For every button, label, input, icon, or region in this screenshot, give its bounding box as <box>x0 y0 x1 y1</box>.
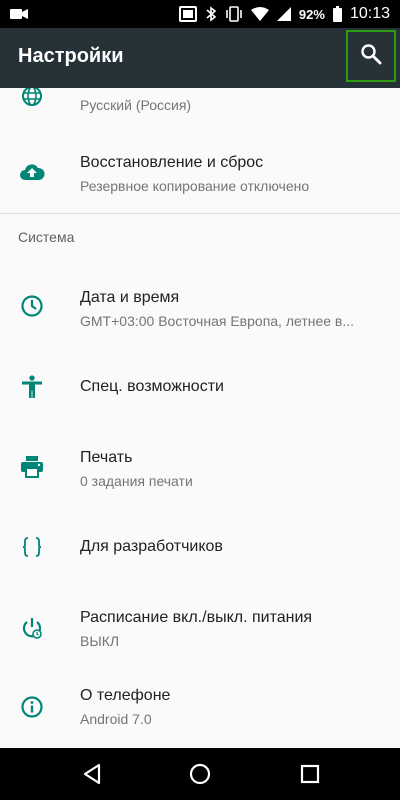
globe-icon <box>14 88 50 114</box>
accessibility-title: Спец. возможности <box>80 378 224 395</box>
video-camera-icon <box>10 7 28 21</box>
developer-options-title: Для разработчиков <box>80 538 223 555</box>
section-header-system: Система <box>18 229 75 245</box>
cast-icon <box>178 6 197 22</box>
bluetooth-icon <box>205 6 217 22</box>
date-time-title: Дата и время <box>80 289 180 306</box>
power-schedule-title: Расписание вкл./выкл. питания <box>80 609 313 626</box>
page-title: Настройки <box>18 45 124 67</box>
cloud-upload-icon <box>14 154 50 190</box>
accessibility-icon <box>14 369 50 405</box>
language-subtitle: Русский (Россия) <box>80 97 192 113</box>
backup-reset-subtitle: Резервное копирование отключено <box>80 178 310 194</box>
power-schedule-subtitle: ВЫКЛ <box>80 633 120 649</box>
recents-icon[interactable] <box>298 762 322 786</box>
backup-reset-title: Восстановление и сброс <box>80 154 264 171</box>
home-icon[interactable] <box>188 762 212 786</box>
battery-percent: 92% <box>298 6 325 22</box>
search-button[interactable] <box>346 30 396 82</box>
printing-row[interactable]: Печать 0 задания печати <box>0 432 400 504</box>
settings-list: Русский (Россия) Восстановление и сброс … <box>0 88 400 748</box>
navigation-bar <box>0 748 400 800</box>
app-bar: Настройки <box>0 28 400 88</box>
power-schedule-row[interactable]: Расписание вкл./выкл. питания ВЫКЛ <box>0 592 400 664</box>
printing-subtitle: 0 задания печати <box>80 473 193 489</box>
clock: 10:13 <box>349 5 390 22</box>
wifi-icon <box>250 7 269 21</box>
power-schedule-icon <box>14 610 50 646</box>
clock-icon <box>14 288 50 324</box>
printing-title: Печать <box>80 449 133 466</box>
status-bar: 92% 10:13 <box>0 0 400 28</box>
accessibility-row[interactable]: Спец. возможности <box>0 352 400 422</box>
about-phone-subtitle: Android 7.0 <box>80 711 152 727</box>
about-phone-row[interactable]: О телефоне Android 7.0 <box>0 672 400 744</box>
about-phone-title: О телефоне <box>80 687 171 704</box>
battery-icon <box>332 6 342 22</box>
section-divider <box>0 213 400 214</box>
vibrate-icon <box>225 6 243 22</box>
developer-options-row[interactable]: Для разработчиков <box>0 512 400 582</box>
info-icon <box>14 689 50 725</box>
date-time-row[interactable]: Дата и время GMT+03:00 Восточная Европа,… <box>0 272 400 344</box>
date-time-subtitle: GMT+03:00 Восточная Европа, летнее в... <box>80 313 355 329</box>
printer-icon <box>14 449 50 485</box>
language-row[interactable]: Русский (Россия) <box>0 88 400 120</box>
back-icon[interactable] <box>80 762 104 786</box>
cell-signal-icon <box>276 7 291 21</box>
search-icon <box>360 43 382 70</box>
backup-reset-row[interactable]: Восстановление и сброс Резервное копиров… <box>0 136 400 208</box>
braces-icon <box>14 529 50 565</box>
